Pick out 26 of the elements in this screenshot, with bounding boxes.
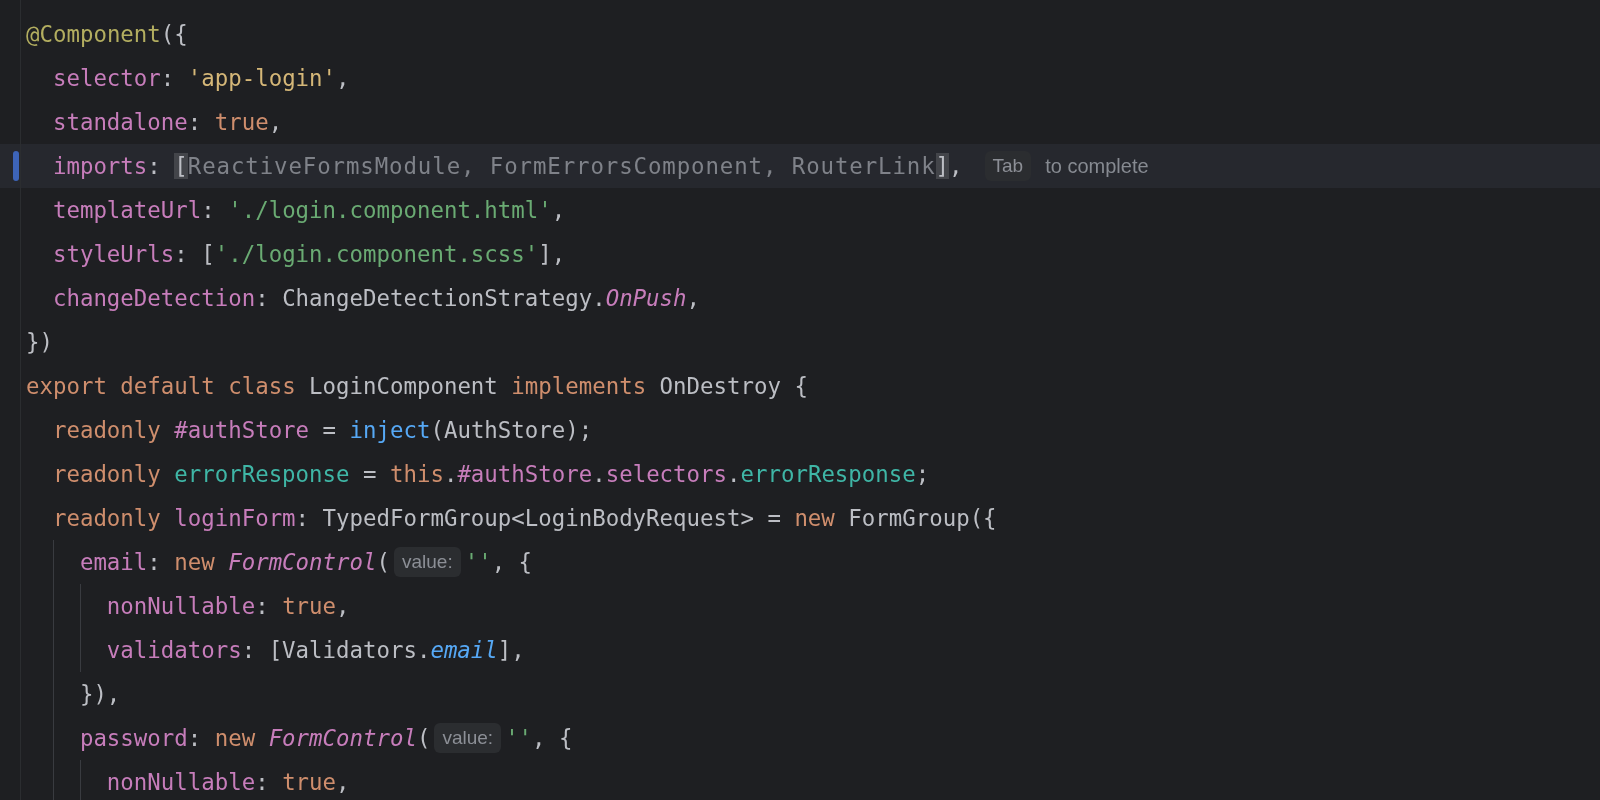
code-text: selector: 'app-login', xyxy=(52,64,350,93)
code-text: readonly #authStore = inject(AuthStore); xyxy=(52,416,593,445)
code-text: '', { xyxy=(505,724,573,753)
code-text: templateUrl: './login.component.html', xyxy=(52,196,566,225)
parameter-hint: value: xyxy=(434,723,502,753)
code-text: password: new FormControl( xyxy=(79,724,431,753)
code-text: readonly errorResponse = this.#authStore.selectors.errorResponse; xyxy=(52,460,930,489)
code-text: imports: [ReactiveFormsModule, FormErrorsComponent, RouterLink], xyxy=(52,152,963,181)
change-marker xyxy=(13,151,19,181)
code-text: standalone: true, xyxy=(52,108,283,137)
code-text: }) xyxy=(26,328,53,357)
code-editor[interactable] xyxy=(0,0,1600,800)
code-text: @Component({ xyxy=(26,20,188,49)
code-text: styleUrls: ['./login.component.scss'], xyxy=(52,240,566,269)
code-text: nonNullable: true, xyxy=(106,768,350,797)
code-text: validators: [Validators.email], xyxy=(106,636,525,665)
completion-hint: to complete xyxy=(1045,154,1149,178)
code-text: email: new FormControl( xyxy=(79,548,390,577)
code-text: changeDetection: ChangeDetectionStrategy.OnPush, xyxy=(52,284,701,313)
code-text: export default class LoginComponent implements OnDestroy { xyxy=(26,372,808,401)
code-text: readonly loginForm: TypedFormGroup<LoginBodyRequest> = new FormGroup({ xyxy=(52,504,997,533)
code-text: }), xyxy=(79,680,121,709)
code-text: nonNullable: true, xyxy=(106,592,350,621)
key-hint: Tab xyxy=(984,151,1032,181)
code-text: '', { xyxy=(464,548,533,577)
parameter-hint: value: xyxy=(394,547,461,577)
